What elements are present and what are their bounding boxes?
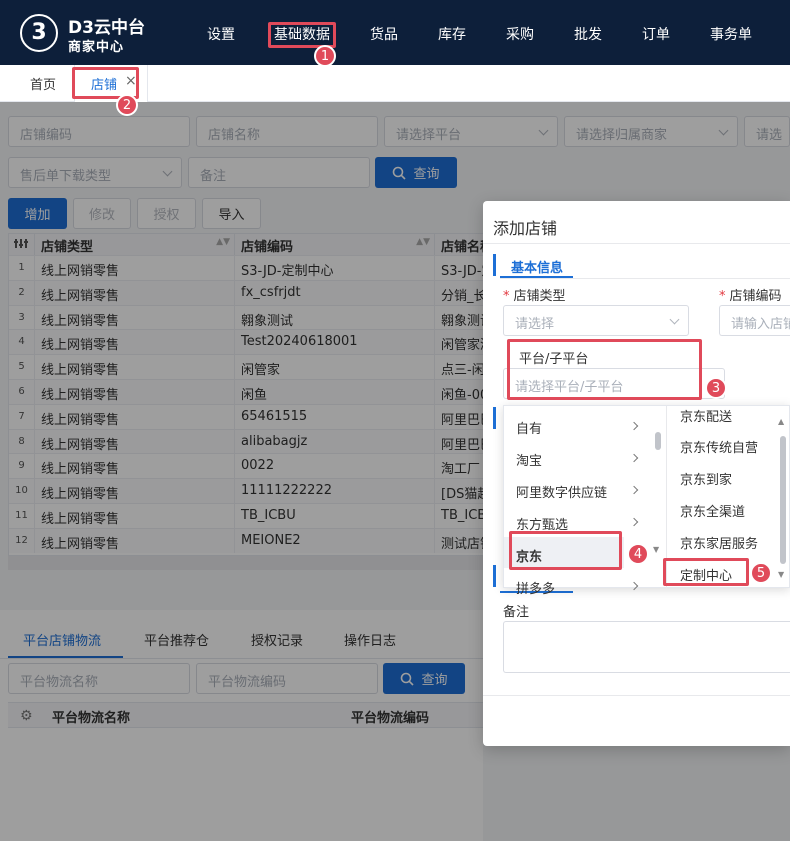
chevron-right-icon xyxy=(629,517,639,527)
highlight-custom-center xyxy=(663,558,749,586)
logo-icon: 3 xyxy=(20,14,58,52)
scroll-up-icon[interactable]: ▲ xyxy=(778,417,784,426)
chevron-right-icon xyxy=(629,453,639,463)
step-badge-3: 3 xyxy=(705,377,727,399)
nav-purchase[interactable]: 采购 xyxy=(506,24,534,44)
dialog-title-divider xyxy=(483,243,790,244)
required-mark: * xyxy=(719,289,726,304)
nav-transactions[interactable]: 事务单 xyxy=(710,24,752,44)
chevron-right-icon xyxy=(629,421,639,431)
cascader-platform-item[interactable]: 淘宝 xyxy=(516,450,639,469)
nav-wholesale[interactable]: 批发 xyxy=(574,24,602,44)
tab-home[interactable]: 首页 xyxy=(30,74,56,93)
cascader-platform-item[interactable]: 自有 xyxy=(516,418,639,437)
dialog-footer-divider xyxy=(483,695,790,696)
dialog-title: 添加店铺 xyxy=(493,219,558,238)
step-badge-5: 5 xyxy=(750,562,772,584)
cascader-platform-item[interactable]: 阿里数字供应链 xyxy=(516,482,639,501)
cascader-subplatform-item[interactable]: 京东配送 xyxy=(680,406,732,425)
section-divider xyxy=(500,278,790,279)
step-badge-2: 2 xyxy=(116,94,138,116)
nav-settings[interactable]: 设置 xyxy=(207,24,235,44)
store-type-select[interactable]: 请选择 xyxy=(503,305,689,336)
step-badge-4: 4 xyxy=(627,543,649,565)
cascader-platform-label: 拼多多 xyxy=(516,582,556,597)
step-badge-1: 1 xyxy=(314,45,336,67)
cascader-subplatform-item[interactable]: 京东传统自营 xyxy=(680,437,758,456)
chevron-down-icon xyxy=(669,314,680,325)
section-marker-2 xyxy=(493,407,496,429)
cascader-scrollbar-thumb-2[interactable] xyxy=(780,436,786,564)
store-code-label-text: 店铺编码 xyxy=(729,289,782,304)
nav-inventory[interactable]: 库存 xyxy=(438,24,466,44)
cascader-platform-item[interactable]: 拼多多 xyxy=(516,578,639,597)
store-type-placeholder: 请选择 xyxy=(515,317,555,332)
required-mark: * xyxy=(503,289,510,304)
cascader-platform-label: 阿里数字供应链 xyxy=(516,486,608,501)
nav-orders[interactable]: 订单 xyxy=(642,24,670,44)
highlight-platform-field xyxy=(507,339,702,400)
app-subtitle: 商家中心 xyxy=(68,40,125,55)
scroll-down-icon[interactable]: ▼ xyxy=(653,545,659,554)
remark-textarea[interactable] xyxy=(503,621,790,673)
cascader-subplatform-item[interactable]: 京东全渠道 xyxy=(680,501,745,520)
cascader-subplatform-item[interactable]: 京东家居服务 xyxy=(680,533,758,552)
section-basic-info: 基本信息 xyxy=(511,261,564,276)
store-code-label: * 店铺编码 xyxy=(719,285,782,304)
chevron-right-icon xyxy=(629,485,639,495)
highlight-jd-option xyxy=(509,531,622,570)
scroll-down-icon[interactable]: ▼ xyxy=(778,570,784,579)
app-title: D3云中台 xyxy=(68,18,145,38)
cascader-platform-label: 淘宝 xyxy=(516,454,543,469)
cascader-subplatform-item[interactable]: 京东到家 xyxy=(680,469,732,488)
top-navbar: 3 D3云中台 商家中心 设置 基础数据 货品 库存 采购 批发 订单 事务单 xyxy=(0,0,790,65)
section-marker xyxy=(493,254,496,276)
store-type-label: * 店铺类型 xyxy=(503,285,566,304)
store-code-input[interactable]: 请输入店铺 xyxy=(719,305,790,336)
cascader-platform-label: 自有 xyxy=(516,422,543,437)
remark-label: 备注 xyxy=(503,605,530,620)
store-type-label-text: 店铺类型 xyxy=(513,289,566,304)
nav-goods[interactable]: 货品 xyxy=(370,24,398,44)
cascader-scrollbar-thumb[interactable] xyxy=(655,432,661,450)
section-marker-3 xyxy=(493,565,496,587)
